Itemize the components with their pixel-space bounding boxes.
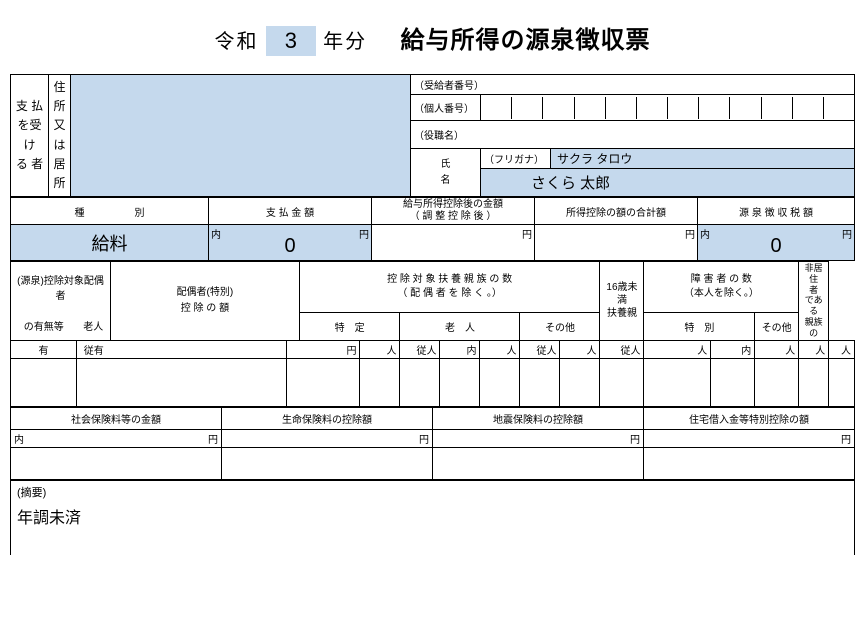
era-year[interactable]: 3 [266, 26, 316, 56]
era-prefix: 令和 [214, 31, 258, 53]
rojin-uchi-count[interactable] [440, 358, 480, 406]
nin-label: 人 [360, 340, 400, 358]
col-kind: 種 別 [11, 198, 209, 225]
nin-label: 人 [755, 340, 799, 358]
title-row: 令和 3 年分 給与所得の源泉徴収票 [10, 20, 855, 56]
fuyou-rojin-label: 老 人 [400, 312, 520, 340]
name-value[interactable]: さくら 太郎 [481, 169, 855, 197]
seimei-amount[interactable] [221, 447, 432, 479]
nin-label: 人 [480, 340, 520, 358]
uchi-label: 内 [440, 340, 480, 358]
yen-label: 円 [126, 429, 221, 447]
ju-nin-label: 従人 [520, 340, 560, 358]
rojin-field[interactable] [111, 358, 287, 406]
tokubetsu-count[interactable] [755, 358, 799, 406]
umu-label: の有無等 [11, 312, 77, 340]
ari-field[interactable] [11, 358, 77, 406]
payee-label: 支 払を受ける 者 [11, 75, 49, 197]
jishin-amount[interactable] [432, 447, 643, 479]
ari-label: 有 [11, 340, 77, 358]
withholding-amount: 0 [698, 235, 854, 258]
sonota-ju-count[interactable] [600, 358, 644, 406]
address-field[interactable] [71, 75, 411, 197]
under16-label: 16歳未満扶養親 [600, 262, 644, 341]
ju-nin-label: 従人 [600, 340, 644, 358]
col-after-deduction: 給与所得控除後の金額（ 調 整 控 除 後 ） [372, 198, 535, 225]
juari-label: 従有 [77, 340, 111, 358]
yen-label: 円 [522, 226, 532, 241]
uchi-label: 内 [11, 429, 127, 447]
insurance-table: 社会保険料等の金額 生命保険料の控除額 地震保険料の控除額 住宅借入金等特別控除… [10, 407, 855, 480]
tokutei-label: 特 定 [299, 312, 400, 340]
furigana-label: （フリガナ） [481, 149, 551, 169]
jutaku-label: 住宅借入金等特別控除の額 [643, 407, 854, 429]
jishin-label: 地震保険料の控除額 [432, 407, 643, 429]
uchi-label: 内 [711, 340, 755, 358]
fuyou-count-label: 控 除 対 象 扶 養 親 族 の 数（ 配 偶 者 を 除 く 。） [299, 262, 600, 313]
juari-field[interactable] [77, 358, 111, 406]
tekiyo-label: (摘要) [17, 484, 848, 500]
spouse-sp-amount[interactable] [286, 358, 360, 406]
after-deduction-cell[interactable]: 円 [372, 225, 535, 261]
nin-label: 人 [560, 340, 600, 358]
nonresident-label: 非居住者である親族の [799, 262, 829, 341]
nonresident-count[interactable] [829, 358, 855, 406]
yen-label: 円 [432, 429, 643, 447]
tokubetsu-label: 特 別 [644, 312, 755, 340]
shakai-amount[interactable] [11, 447, 222, 479]
paid-amount-cell[interactable]: 内 円 0 [209, 225, 372, 261]
col-withholding: 源 泉 徴 収 税 額 [698, 198, 855, 225]
total-deduction-cell[interactable]: 円 [535, 225, 698, 261]
tokutei-ju-count[interactable] [400, 358, 440, 406]
sonota-count[interactable] [560, 358, 600, 406]
sonota2-label: その他 [755, 312, 799, 340]
tokutei-count[interactable] [360, 358, 400, 406]
rojin-label: 老人 [77, 312, 111, 340]
yen-label: 円 [221, 429, 432, 447]
paid-amount: 0 [209, 235, 371, 258]
yen-label: 円 [685, 226, 695, 241]
dependents-table: (源泉)控除対象配偶者 配偶者(特別)控 除 の 額 控 除 対 象 扶 養 親… [10, 261, 855, 407]
under16-count[interactable] [644, 358, 711, 406]
rojin-count[interactable] [480, 358, 520, 406]
personal-no-label: （個人番号） [411, 95, 481, 121]
rojin-ju-count[interactable] [520, 358, 560, 406]
shakai-label: 社会保険料等の金額 [11, 407, 222, 429]
recipient-no-label: （受給者番号） [411, 75, 855, 95]
tekiyo-cell[interactable]: (摘要) 年調未済 [11, 480, 855, 555]
amounts-table: 種 別 支 払 金 額 給与所得控除後の金額（ 調 整 控 除 後 ） 所得控除… [10, 197, 855, 261]
furigana-value[interactable]: サクラ タロウ [551, 149, 855, 169]
document-title: 給与所得の源泉徴収票 [401, 27, 651, 54]
name-block-label: 氏名 [411, 149, 481, 197]
address-label: 住所又は居所 [49, 75, 71, 197]
nin-label: 人 [644, 340, 711, 358]
yen-label: 円 [286, 340, 360, 358]
tekiyo-value: 年調未済 [17, 504, 848, 528]
personal-no-boxes[interactable] [481, 95, 855, 121]
gensen-spouse-label: (源泉)控除対象配偶者 [11, 262, 111, 313]
post-label: （役職名） [411, 121, 855, 149]
withholding-cell[interactable]: 内 円 0 [698, 225, 855, 261]
ju-nin-label: 従人 [400, 340, 440, 358]
tekiyo-table: (摘要) 年調未済 [10, 480, 855, 556]
disabled-count-label: 障 害 者 の 数（本人を除く。） [644, 262, 799, 313]
spouse-special-label: 配偶者(特別)控 除 の 額 [111, 262, 300, 341]
col-total-deduction: 所得控除の額の合計額 [535, 198, 698, 225]
seimei-label: 生命保険料の控除額 [221, 407, 432, 429]
kind-value[interactable]: 給料 [11, 225, 209, 261]
era-suffix: 年分 [323, 31, 367, 53]
nin-label: 人 [829, 340, 855, 358]
sonota-label: その他 [520, 312, 600, 340]
nin-label: 人 [799, 340, 829, 358]
header-table: 支 払を受ける 者 住所又は居所 （受給者番号） （個人番号） （役職名） 氏名… [10, 74, 855, 197]
yen-label: 円 [643, 429, 854, 447]
jutaku-amount[interactable] [643, 447, 854, 479]
shogai-sonota-count[interactable] [799, 358, 829, 406]
col-paid: 支 払 金 額 [209, 198, 372, 225]
tokubetsu-uchi-count[interactable] [711, 358, 755, 406]
